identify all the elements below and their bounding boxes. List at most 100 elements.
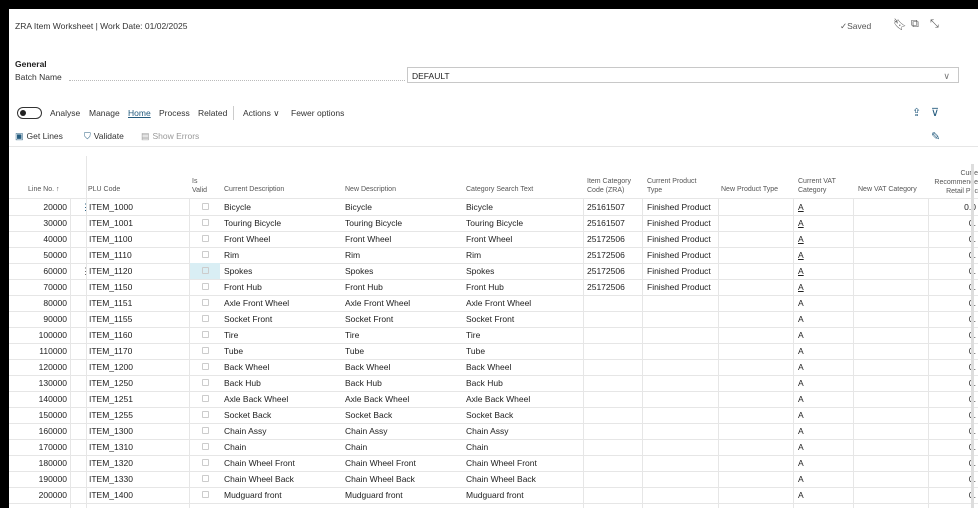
table-row[interactable]: 40000 ITEM_1100 Front Wheel Front Wheel Fron… — [9, 231, 978, 248]
is-valid-checkbox[interactable] — [202, 491, 209, 498]
current-product-type-cell[interactable] — [647, 327, 717, 343]
category-code-cell[interactable]: 25161507 — [587, 215, 642, 231]
retail-price-cell[interactable]: 0. — [930, 343, 976, 359]
category-search-cell[interactable]: Front Wheel — [466, 231, 581, 247]
retail-price-cell[interactable]: 0. — [930, 279, 976, 295]
current-product-type-cell[interactable]: Finished Product — [647, 263, 717, 279]
category-code-cell[interactable]: 25172506 — [587, 231, 642, 247]
line-no-cell[interactable]: 30000 — [11, 215, 67, 231]
current-description-cell[interactable]: Touring Bicycle — [224, 215, 342, 231]
table-row[interactable]: 200000 ITEM_1400 Mudguard front Mudguard fr… — [9, 487, 978, 504]
current-vat-cell[interactable]: A — [798, 375, 848, 391]
plu-code-cell[interactable]: ITEM_1320 — [89, 455, 187, 471]
current-product-type-cell[interactable] — [647, 423, 717, 439]
current-product-type-cell[interactable] — [647, 407, 717, 423]
current-description-cell[interactable]: Axle Back Wheel — [224, 391, 342, 407]
table-row[interactable]: 170000ITEM_1310ChainChainChainA0. — [9, 439, 978, 456]
get-lines-button[interactable]: ▣ Get Lines — [15, 131, 63, 142]
col-is-valid[interactable]: Is Valid — [192, 177, 207, 195]
menu-fewer-options[interactable]: Fewer options — [291, 108, 344, 118]
retail-price-cell[interactable]: 0. — [930, 439, 976, 455]
category-code-cell[interactable] — [587, 327, 642, 343]
new-description-cell[interactable]: Back Hub — [345, 375, 463, 391]
current-vat-cell[interactable]: A — [798, 439, 848, 455]
current-description-cell[interactable]: Spokes — [224, 263, 342, 279]
new-description-cell[interactable]: Axle Back Wheel — [345, 391, 463, 407]
category-search-cell[interactable]: Axle Back Wheel — [466, 391, 581, 407]
current-description-cell[interactable]: Mudguard front — [224, 487, 342, 503]
plu-code-cell[interactable]: ITEM_1150 — [89, 279, 187, 295]
is-valid-checkbox[interactable] — [202, 443, 209, 450]
table-row[interactable]: 160000 ITEM_1300 Chain Assy Chain Assy Chain… — [9, 423, 978, 440]
is-valid-checkbox[interactable] — [202, 459, 209, 466]
category-search-cell[interactable]: Back Hub — [466, 375, 581, 391]
line-no-cell[interactable]: 20000 — [11, 199, 67, 215]
retail-price-cell[interactable]: 0. — [930, 471, 976, 487]
new-description-cell[interactable]: Spokes — [345, 263, 463, 279]
current-description-cell[interactable]: Chain Wheel Back — [224, 471, 342, 487]
new-description-cell[interactable]: Chain Wheel Back — [345, 471, 463, 487]
current-product-type-cell[interactable] — [647, 439, 717, 455]
is-valid-checkbox[interactable] — [202, 283, 209, 290]
current-vat-cell[interactable]: A — [798, 247, 848, 263]
new-description-cell[interactable]: Axle Front Wheel — [345, 295, 463, 311]
retail-price-cell[interactable]: 0. — [930, 375, 976, 391]
category-code-cell[interactable]: 25172506 — [587, 247, 642, 263]
plu-code-cell[interactable]: ITEM_1310 — [89, 439, 187, 455]
plu-code-cell[interactable]: ITEM_1120 — [89, 263, 187, 279]
category-code-cell[interactable] — [587, 343, 642, 359]
new-description-cell[interactable]: Touring Bicycle — [345, 215, 463, 231]
current-description-cell[interactable]: Axle Front Wheel — [224, 295, 342, 311]
line-no-cell[interactable]: 80000 — [11, 295, 67, 311]
current-vat-cell[interactable]: A — [798, 407, 848, 423]
table-row[interactable]: 130000 ITEM_1250 Back Hub Back Hub Back Hub A… — [9, 375, 978, 392]
plu-code-cell[interactable]: ITEM_1000 — [89, 199, 187, 215]
current-description-cell[interactable]: Tire — [224, 327, 342, 343]
col-line-no[interactable]: Line No. ↑ — [28, 185, 60, 194]
current-description-cell[interactable]: Rim — [224, 247, 342, 263]
category-code-cell[interactable] — [587, 391, 642, 407]
category-search-cell[interactable]: Tire — [466, 327, 581, 343]
current-description-cell[interactable]: Tube — [224, 343, 342, 359]
current-vat-cell[interactable]: A — [798, 455, 848, 471]
retail-price-cell[interactable]: 0. — [930, 487, 976, 503]
retail-price-cell[interactable]: 0. — [930, 359, 976, 375]
plu-code-cell[interactable]: ITEM_1155 — [89, 311, 187, 327]
category-search-cell[interactable]: Rim — [466, 247, 581, 263]
line-no-cell[interactable]: 180000 — [11, 455, 67, 471]
new-description-cell[interactable]: Front Hub — [345, 279, 463, 295]
line-no-cell[interactable]: 40000 — [11, 231, 67, 247]
table-row[interactable]: 180000 ITEM_1320 Chain Wheel Front Chain Wh… — [9, 455, 978, 472]
menu-manage[interactable]: Manage — [89, 108, 120, 118]
col-current-vat-category[interactable]: Current VAT Category — [798, 177, 836, 195]
table-row[interactable]: 100000ITEM_1160TireTireTireA0. — [9, 327, 978, 344]
category-code-cell[interactable] — [587, 439, 642, 455]
current-product-type-cell[interactable]: Finished Product — [647, 247, 717, 263]
plu-code-cell[interactable]: ITEM_1100 — [89, 231, 187, 247]
current-vat-cell[interactable]: A — [798, 327, 848, 343]
category-code-cell[interactable] — [587, 487, 642, 503]
current-product-type-cell[interactable] — [647, 487, 717, 503]
retail-price-cell[interactable]: 0. — [930, 423, 976, 439]
current-vat-cell[interactable]: A — [798, 311, 848, 327]
batch-name-field[interactable]: DEFAULT ∨ — [407, 67, 959, 83]
is-valid-checkbox[interactable] — [202, 427, 209, 434]
category-search-cell[interactable]: Chain Wheel Front — [466, 455, 581, 471]
retail-price-cell[interactable]: 0. — [930, 263, 976, 279]
current-product-type-cell[interactable] — [647, 311, 717, 327]
table-row[interactable]: 190000 ITEM_1330 Chain Wheel Back Chain Whe… — [9, 471, 978, 488]
plu-code-cell[interactable]: ITEM_1255 — [89, 407, 187, 423]
category-code-cell[interactable] — [587, 311, 642, 327]
validate-button[interactable]: ⛉ Validate — [84, 131, 124, 142]
category-code-cell[interactable] — [587, 407, 642, 423]
table-row[interactable]: 30000 ITEM_1001 Touring Bicycle Touring Bic… — [9, 215, 978, 232]
is-valid-checkbox[interactable] — [202, 395, 209, 402]
line-no-cell[interactable]: 140000 — [11, 391, 67, 407]
is-valid-checkbox[interactable] — [202, 347, 209, 354]
menu-actions[interactable]: Actions ∨ — [243, 108, 279, 119]
line-no-cell[interactable]: 70000 — [11, 279, 67, 295]
category-search-cell[interactable]: Touring Bicycle — [466, 215, 581, 231]
new-description-cell[interactable]: Chain Wheel Front — [345, 455, 463, 471]
line-no-cell[interactable]: 100000 — [11, 327, 67, 343]
table-row[interactable]: 150000 ITEM_1255 Socket Back Socket Back Soc… — [9, 407, 978, 424]
